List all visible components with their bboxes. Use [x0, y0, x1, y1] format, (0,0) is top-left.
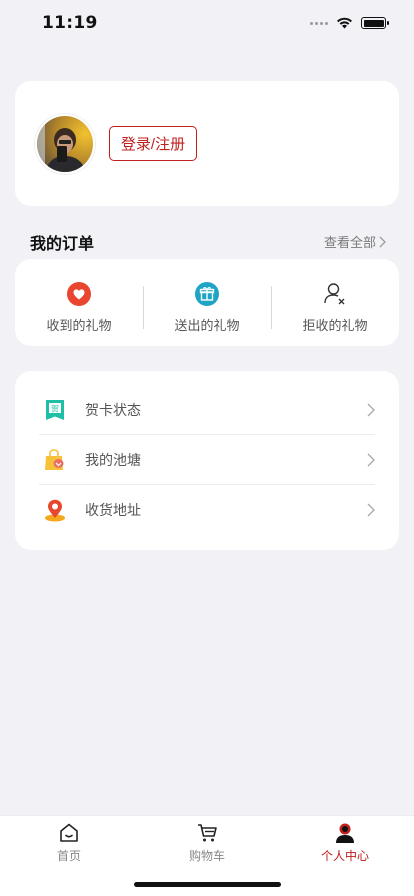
shopping-bag-icon	[45, 448, 64, 470]
signal-icon	[310, 21, 328, 25]
greeting-card-icon: 贺	[46, 399, 64, 420]
location-pin-icon	[45, 499, 65, 522]
order-label: 送出的礼物	[174, 319, 240, 334]
tab-label: 首页	[56, 849, 81, 863]
view-all-label: 查看全部	[323, 236, 376, 251]
status-time: 11:19	[42, 13, 98, 33]
order-rejected-gifts[interactable]: 拒收的礼物	[271, 259, 399, 346]
order-label: 拒收的礼物	[302, 319, 368, 334]
tab-label: 个人中心	[320, 849, 369, 863]
chevron-right-icon	[367, 503, 375, 517]
wifi-icon	[337, 17, 352, 29]
tab-home[interactable]: 首页	[0, 816, 138, 896]
tab-personal-center[interactable]: 个人中心	[276, 816, 414, 896]
orders-card: 收到的礼物 送出的礼物 拒收的礼物	[15, 259, 399, 346]
menu-item-label: 贺卡状态	[85, 402, 141, 419]
orders-section-title: 我的订单	[30, 234, 95, 253]
cart-icon	[198, 824, 217, 842]
chevron-right-icon	[367, 403, 375, 416]
order-label: 收到的礼物	[46, 319, 112, 334]
avatar[interactable]	[35, 114, 95, 174]
menu-item-label: 收货地址	[85, 503, 141, 519]
user-reject-icon	[324, 283, 345, 305]
home-indicator	[134, 882, 281, 887]
menu-item-shipping-address[interactable]: 收货地址	[39, 485, 375, 535]
tab-label: 购物车	[188, 849, 225, 863]
view-all-orders-link[interactable]: 查看全部	[324, 232, 386, 251]
person-icon	[336, 823, 354, 843]
status-icons	[310, 16, 389, 30]
svg-text:贺: 贺	[51, 403, 59, 413]
chevron-right-icon	[379, 236, 386, 247]
login-register-button[interactable]: 登录/注册	[109, 126, 197, 161]
order-received-gifts[interactable]: 收到的礼物	[15, 259, 143, 346]
order-sent-gifts[interactable]: 送出的礼物	[143, 259, 271, 346]
heart-gift-icon	[67, 282, 91, 306]
chevron-right-icon	[367, 453, 375, 466]
menu-card: 贺 贺卡状态 我的池塘 收货地址	[15, 371, 399, 550]
status-bar: 11:19	[0, 0, 414, 48]
battery-icon	[361, 17, 389, 29]
menu-item-label: 我的池塘	[85, 452, 141, 469]
gift-box-icon	[195, 282, 219, 306]
menu-item-card-status[interactable]: 贺 贺卡状态	[39, 385, 375, 435]
menu-item-my-pond[interactable]: 我的池塘	[39, 435, 375, 485]
home-icon	[60, 823, 78, 842]
profile-card: 登录/注册	[15, 81, 399, 206]
